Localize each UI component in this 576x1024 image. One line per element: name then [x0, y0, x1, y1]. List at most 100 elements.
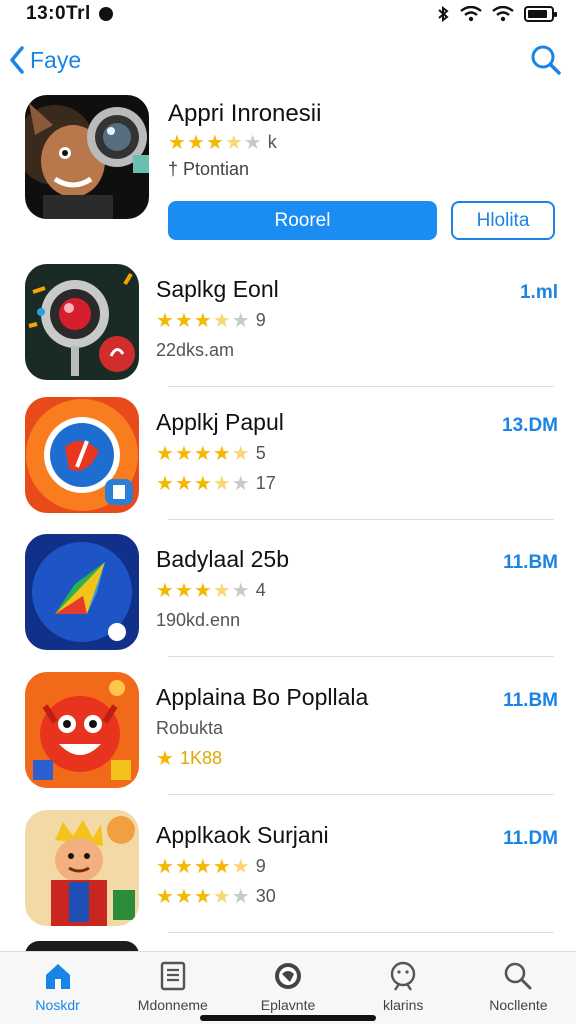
- divider: [168, 794, 554, 795]
- star-icon: ★: [156, 747, 174, 770]
- app-name: Badylaal 25b: [156, 546, 289, 572]
- tab-label: klarins: [382, 997, 424, 1013]
- tab-bar: Noskdr Mdonneme Eplavnte klarins Nocllen…: [0, 951, 576, 1024]
- search-icon[interactable]: [530, 44, 562, 76]
- rating-count: 5: [255, 443, 266, 463]
- list-item[interactable]: Saplkg Eonl 1.ml ★ ★ ★ ★ ★ 9 22dks.am: [0, 262, 576, 399]
- get-button[interactable]: Roorel: [168, 201, 437, 240]
- star-icon: ★: [186, 131, 205, 154]
- rating-stars: ★ ★ ★ ★ ★: [156, 474, 250, 494]
- play-triangle-icon: [25, 534, 139, 650]
- status-bar: 13:0Trl: [0, 0, 576, 28]
- divider: [168, 386, 554, 387]
- rating-count: 4: [255, 580, 266, 600]
- list-item[interactable]: Applkaok Surjani 11.DM ★ ★ ★ ★ ★ 9 ★ ★ ★ ★ ★ 30: [0, 808, 576, 945]
- app-size: 11.BM: [503, 552, 558, 573]
- secondary-button[interactable]: Hlolita: [451, 201, 555, 240]
- star-icon: ★: [212, 855, 231, 878]
- rating-count: 1K88: [179, 748, 222, 768]
- tab-profile[interactable]: klarins: [346, 952, 461, 1024]
- app-detail: Robukta: [156, 718, 224, 738]
- list-item[interactable]: Applkj Papul 13.DM ★ ★ ★ ★ ★ 5 ★ ★ ★ ★ ★ 17: [0, 395, 576, 532]
- star-icon: ★: [156, 309, 174, 332]
- divider: [168, 519, 554, 520]
- rating-stars: ★ ★ ★ ★ ★: [156, 581, 250, 601]
- app-size: 11.BM: [503, 690, 558, 711]
- featured-app-subtitle: † Ptontian: [168, 159, 250, 179]
- app-name: Applaina Bo Popllala: [156, 684, 369, 710]
- star-icon: ★: [224, 131, 243, 154]
- tab-label: Noskdr: [35, 997, 80, 1013]
- star-icon: ★: [174, 579, 193, 602]
- globe-icon: [275, 963, 301, 989]
- star-icon: ★: [174, 442, 193, 465]
- app-size: 11.DM: [503, 828, 558, 849]
- list-item[interactable]: Applaina Bo Popllala 11.BM Robukta ★ 1K8…: [0, 670, 576, 807]
- rating-count: 17: [255, 473, 276, 493]
- search-icon: [505, 962, 532, 990]
- star-icon: ★: [156, 472, 174, 495]
- star-icon: ★: [243, 131, 262, 154]
- red-monster-icon: [25, 672, 139, 788]
- tab-home[interactable]: Noskdr: [0, 952, 115, 1024]
- star-icon: ★: [212, 309, 231, 332]
- star-icon: ★: [231, 309, 250, 332]
- back-button[interactable]: Faye: [8, 45, 81, 75]
- star-icon: ★: [174, 885, 193, 908]
- featured-app: Appri Inronesii ★ ★ ★ ★ ★ k † Ptontian Roore…: [25, 95, 555, 240]
- app-size: 13.DM: [502, 415, 558, 436]
- featured-app-title: Appri Inronesii: [168, 100, 322, 127]
- app-name: Applkj Papul: [156, 409, 284, 435]
- app-name: Applkaok Surjani: [156, 822, 329, 848]
- list-item[interactable]: Badylaal 25b 11.BM ★ ★ ★ ★ ★ 4 190kd.enn: [0, 532, 576, 669]
- star-icon: ★: [156, 579, 174, 602]
- rating-count: 9: [255, 856, 266, 876]
- star-icon: ★: [156, 442, 174, 465]
- nav-bar: Faye: [0, 38, 576, 82]
- tab-label: Eplavnte: [260, 997, 316, 1013]
- star-icon: ★: [212, 579, 231, 602]
- star-icon: ★: [212, 885, 231, 908]
- star-icon: ★: [193, 885, 212, 908]
- star-icon: ★: [212, 472, 231, 495]
- star-icon: ★: [193, 855, 212, 878]
- featured-rating-text: k: [267, 132, 277, 152]
- wifi-icon: [492, 6, 514, 22]
- star-icon: ★: [156, 855, 174, 878]
- back-label: Faye: [30, 46, 82, 73]
- tab-search[interactable]: Nocllente: [461, 952, 576, 1024]
- home-icon: [45, 964, 70, 989]
- rating-stars: ★ ★ ★ ★ ★: [156, 311, 250, 331]
- rating-count: 9: [255, 310, 266, 330]
- chevron-left-icon: [10, 46, 24, 74]
- tab-documents[interactable]: Mdonneme: [115, 952, 230, 1024]
- star-icon: ★: [231, 442, 250, 465]
- star-icon: ★: [231, 855, 250, 878]
- home-indicator: [200, 1015, 376, 1021]
- rating-stars: ★: [156, 749, 174, 769]
- featured-app-rating: ★ ★ ★ ★ ★ k: [168, 132, 277, 153]
- star-icon: ★: [174, 309, 193, 332]
- star-icon: ★: [156, 885, 174, 908]
- rating-stars: ★ ★ ★ ★ ★: [156, 857, 250, 877]
- star-icon: ★: [231, 472, 250, 495]
- king-character-icon: [25, 810, 139, 926]
- compass-game-icon: [25, 397, 139, 513]
- star-icon: ★: [212, 442, 231, 465]
- wifi-icon: [460, 6, 482, 22]
- rating-stars: ★ ★ ★ ★ ★: [168, 133, 262, 153]
- divider: [168, 932, 554, 933]
- star-icon: ★: [174, 855, 193, 878]
- recording-dot-icon: [98, 7, 113, 21]
- app-detail: 190kd.enn: [156, 610, 241, 630]
- star-icon: ★: [231, 579, 250, 602]
- featured-app-icon[interactable]: [25, 95, 149, 219]
- rating-count: 30: [255, 886, 276, 906]
- app-name: Saplkg Eonl: [156, 276, 279, 302]
- tab-explore[interactable]: Eplavnte: [230, 952, 345, 1024]
- star-icon: ★: [174, 472, 193, 495]
- rating-stars: ★ ★ ★ ★ ★: [156, 887, 250, 907]
- bluetooth-icon: [438, 6, 449, 22]
- rating-stars: ★ ★ ★ ★ ★: [156, 444, 250, 464]
- status-time: 13:0Trl: [26, 3, 91, 24]
